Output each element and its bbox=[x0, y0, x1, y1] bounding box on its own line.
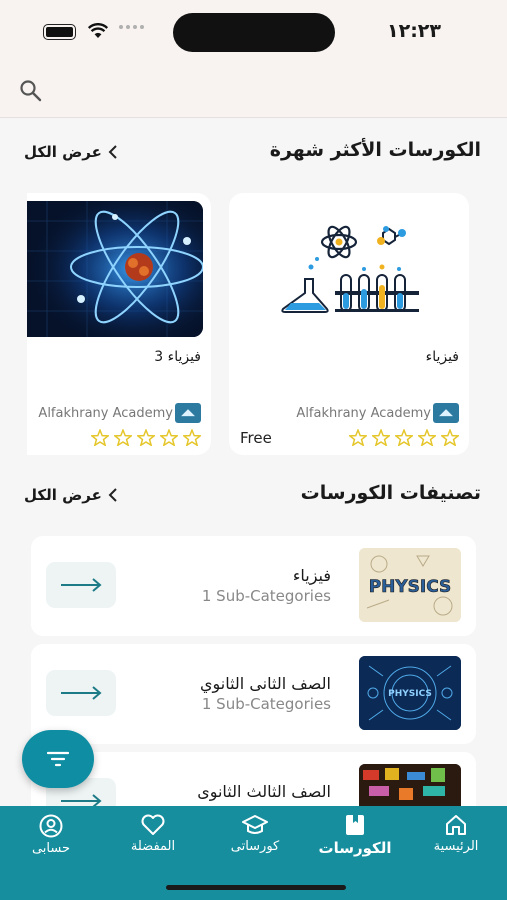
category-thumb-text: PHYSICS bbox=[369, 577, 452, 597]
nav-label: الكورسات bbox=[318, 839, 392, 857]
star-icon bbox=[160, 429, 178, 446]
home-icon bbox=[446, 815, 466, 835]
course-title: فيزياء 3 bbox=[154, 349, 201, 365]
course-thumbnail-lab-icon bbox=[281, 225, 419, 313]
category-name: الصف الثانى الثانوي bbox=[199, 674, 331, 693]
provider-logo-icon: ◢◣ bbox=[175, 403, 201, 423]
chevron-left-icon bbox=[108, 145, 117, 159]
nav-item-home[interactable]: الرئيسية bbox=[406, 814, 506, 854]
course-card[interactable]: فيزياء 3 ◢◣ Alfakhrany Academy bbox=[27, 193, 211, 455]
nav-label: حسابى bbox=[31, 841, 71, 856]
nav-label: كورساتى bbox=[230, 839, 280, 854]
star-icon bbox=[372, 429, 390, 446]
nav-item-my-courses[interactable]: كورساتى bbox=[205, 814, 305, 854]
home-indicator[interactable] bbox=[166, 885, 346, 890]
course-provider: ◢◣ Alfakhrany Academy bbox=[38, 403, 201, 423]
category-subcount: 1 Sub-Categories bbox=[201, 587, 331, 605]
category-name: الصف الثالث الثانوى bbox=[197, 782, 331, 801]
category-open-button[interactable] bbox=[46, 670, 116, 716]
star-icon bbox=[91, 429, 109, 446]
star-icon bbox=[137, 429, 155, 446]
popular-view-all-link[interactable]: عرض الكل bbox=[24, 143, 118, 161]
star-icon bbox=[114, 429, 132, 446]
battery-icon bbox=[43, 24, 76, 40]
arrow-right-icon bbox=[61, 578, 102, 592]
provider-logo-icon: ◢◣ bbox=[433, 403, 459, 423]
status-time: ١٢:٢٣ bbox=[387, 20, 441, 42]
heart-icon bbox=[141, 814, 165, 835]
category-open-button[interactable] bbox=[46, 562, 116, 608]
search-icon[interactable] bbox=[18, 78, 44, 104]
cellular-signal-icon bbox=[119, 25, 144, 29]
course-provider: ◢◣ Alfakhrany Academy bbox=[296, 403, 459, 423]
nav-item-favorites[interactable]: المفضلة bbox=[103, 814, 203, 854]
category-thumbnail: PHYSICS bbox=[359, 656, 461, 730]
popular-courses-title: الكورسات الأكثر شهرة bbox=[269, 139, 481, 161]
star-icon bbox=[183, 429, 201, 446]
chevron-left-icon bbox=[108, 488, 117, 502]
arrow-right-icon bbox=[61, 686, 102, 700]
provider-name: Alfakhrany Academy bbox=[38, 405, 173, 421]
category-card[interactable]: PHYSICS فيزياء 1 Sub-Categories bbox=[31, 536, 476, 636]
course-price: Free bbox=[240, 429, 272, 447]
star-icon bbox=[441, 429, 459, 446]
wifi-icon bbox=[88, 23, 108, 38]
nav-item-courses[interactable]: الكورسات bbox=[305, 814, 405, 857]
dynamic-island bbox=[173, 13, 335, 52]
rating-stars bbox=[91, 429, 201, 446]
filter-fab-button[interactable] bbox=[22, 730, 94, 788]
star-icon bbox=[395, 429, 413, 446]
status-bar: ١٢:٢٣ bbox=[0, 0, 507, 62]
filter-icon bbox=[47, 751, 69, 767]
nav-item-account[interactable]: حسابى bbox=[1, 814, 101, 856]
account-icon bbox=[39, 814, 63, 838]
provider-name: Alfakhrany Academy bbox=[296, 405, 431, 421]
nav-label: الرئيسية bbox=[433, 839, 479, 854]
course-card[interactable]: فيزياء ◢◣ Alfakhrany Academy Free bbox=[229, 193, 469, 455]
categories-view-all-link[interactable]: عرض الكل bbox=[24, 486, 118, 504]
categories-header: تصنيفات الكورسات عرض الكل bbox=[24, 482, 481, 512]
rating-stars bbox=[349, 429, 459, 446]
graduation-cap-icon bbox=[242, 815, 268, 834]
course-title: فيزياء bbox=[425, 349, 459, 365]
categories-title: تصنيفات الكورسات bbox=[300, 482, 481, 504]
category-card[interactable]: PHYSICS الصف الثانى الثانوي 1 Sub-Catego… bbox=[31, 644, 476, 744]
nav-label: المفضلة bbox=[130, 839, 176, 854]
course-thumbnail-atom bbox=[27, 201, 203, 337]
category-thumbnail: PHYSICS bbox=[359, 548, 461, 622]
book-icon bbox=[346, 815, 364, 835]
view-all-label: عرض الكل bbox=[24, 143, 102, 161]
star-icon bbox=[349, 429, 367, 446]
search-bar[interactable] bbox=[0, 62, 507, 118]
category-subcount: 1 Sub-Categories bbox=[201, 695, 331, 713]
popular-courses-header: الكورسات الأكثر شهرة عرض الكل bbox=[24, 139, 481, 169]
category-name: فيزياء bbox=[292, 566, 331, 585]
view-all-label: عرض الكل bbox=[24, 486, 102, 504]
category-thumb-text: PHYSICS bbox=[388, 689, 432, 699]
star-icon bbox=[418, 429, 436, 446]
